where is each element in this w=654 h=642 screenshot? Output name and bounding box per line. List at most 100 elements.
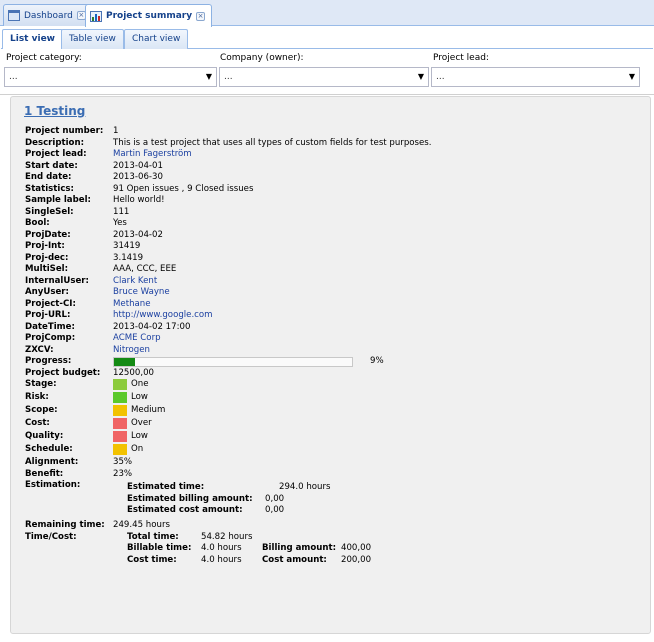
field-label: ProjComp: xyxy=(25,333,76,343)
estimation-label: Estimation: xyxy=(25,480,81,490)
status-label: Risk: xyxy=(25,392,49,402)
chevron-down-icon[interactable]: ▼ xyxy=(629,68,635,86)
project-lead-value: ... xyxy=(436,72,445,82)
field-label: Proj-URL: xyxy=(25,310,71,320)
field-label: Description: xyxy=(25,137,85,148)
chevron-down-icon[interactable]: ▼ xyxy=(206,68,212,86)
status-label: Scope: xyxy=(25,405,58,415)
field-label: Start date: xyxy=(25,160,78,171)
benefit-value: 23% xyxy=(113,468,133,479)
estimated-time-label: Estimated time: xyxy=(127,482,205,492)
status-label: Schedule: xyxy=(25,444,73,454)
billable-time-value: 4.0 hours xyxy=(201,543,242,553)
budget-label: Project budget: xyxy=(25,367,101,378)
budget-value: 12500,00 xyxy=(113,367,155,378)
field-value: 2013-04-01 xyxy=(113,160,163,171)
total-time-value: 54.82 hours xyxy=(201,531,253,542)
field-label: Project-CI: xyxy=(25,298,76,309)
project-category-value: ... xyxy=(9,72,18,82)
status-value: One xyxy=(131,379,149,389)
status-label: Cost: xyxy=(25,418,50,428)
alignment-label: Alignment: xyxy=(25,457,79,467)
field-value: AAA, CCC, EEE xyxy=(113,264,177,274)
field-label: Proj-dec: xyxy=(25,252,69,263)
progress-bar xyxy=(113,357,353,367)
status-color-swatch xyxy=(113,418,127,429)
project-category-select[interactable]: ... ▼ xyxy=(4,67,217,87)
status-value: Over xyxy=(131,418,152,428)
progress-label: Progress: xyxy=(25,356,72,366)
time-cost-label: Time/Cost: xyxy=(25,531,77,542)
document-tab-bar: Dashboard × Project summary × xyxy=(0,0,654,27)
status-value: On xyxy=(131,444,144,454)
field-value-link[interactable]: Nitrogen xyxy=(113,345,150,357)
field-label: AnyUser: xyxy=(25,287,69,297)
remaining-time-value: 249.45 hours xyxy=(113,520,170,530)
estimated-cost-value: 0,00 xyxy=(265,505,285,515)
chart-icon xyxy=(90,10,102,22)
tab-dashboard-label: Dashboard xyxy=(24,10,73,21)
tab-list-view[interactable]: List view xyxy=(2,29,63,50)
field-label: InternalUser: xyxy=(25,275,89,286)
close-icon[interactable]: × xyxy=(196,11,206,21)
view-tab-bar: List view Table view Chart view xyxy=(1,29,653,50)
field-value-link[interactable]: Clark Kent xyxy=(113,276,157,288)
field-value-link[interactable]: Methane xyxy=(113,299,151,311)
status-color-swatch xyxy=(113,405,127,416)
cost-time-label: Cost time: xyxy=(127,554,177,565)
tab-project-summary-label: Project summary xyxy=(106,11,193,21)
field-value-link[interactable]: Martin Fagerström xyxy=(113,149,192,161)
filter-bar: Project category: ... ▼ Company (owner):… xyxy=(0,49,654,95)
field-value: 3.1419 xyxy=(113,252,144,263)
project-lead-select[interactable]: ... ▼ xyxy=(431,67,640,87)
field-label: Statistics: xyxy=(25,183,74,194)
field-value-link[interactable]: Bruce Wayne xyxy=(113,287,170,299)
project-lead-filter-label: Project lead: xyxy=(433,53,489,63)
tab-chart-view[interactable]: Chart view xyxy=(124,29,189,49)
status-value: Medium xyxy=(131,405,166,415)
field-label: Project number: xyxy=(25,126,104,136)
field-value: Hello world! xyxy=(113,195,165,205)
field-value: 111 xyxy=(113,206,130,217)
field-value: 31419 xyxy=(113,241,141,251)
project-category-label: Project category: xyxy=(6,53,82,63)
cost-amount-value: 200,00 xyxy=(341,554,372,565)
estimated-cost-label: Estimated cost amount: xyxy=(127,505,243,515)
cost-amount-label: Cost amount: xyxy=(262,554,327,565)
tab-project-summary[interactable]: Project summary × xyxy=(85,4,213,27)
status-value: Low xyxy=(131,392,148,402)
remaining-time-label: Remaining time: xyxy=(25,520,105,530)
company-owner-label: Company (owner): xyxy=(220,53,304,63)
status-color-swatch xyxy=(113,444,127,455)
chevron-down-icon[interactable]: ▼ xyxy=(418,68,424,86)
field-value: 1 xyxy=(113,126,119,136)
status-color-swatch xyxy=(113,431,127,442)
field-label: End date: xyxy=(25,172,72,182)
field-label: Sample label: xyxy=(25,195,91,205)
field-value: 2013-04-02 17:00 xyxy=(113,321,191,332)
field-value: 91 Open issues , 9 Closed issues xyxy=(113,183,254,194)
field-value: Yes xyxy=(113,218,127,228)
cost-time-value: 4.0 hours xyxy=(201,554,242,565)
project-title-link[interactable]: 1 Testing xyxy=(24,104,85,118)
tab-dashboard[interactable]: Dashboard × xyxy=(3,4,93,26)
field-value-link[interactable]: http://www.google.com xyxy=(113,310,213,322)
field-label: ProjDate: xyxy=(25,229,71,240)
project-panel: 1 Testing Project number: 1 Description: Th… xyxy=(10,96,651,634)
status-value: Low xyxy=(131,431,148,441)
estimated-time-value: 294.0 hours xyxy=(279,482,331,492)
field-label: DateTime: xyxy=(25,321,75,332)
field-label: ZXCV: xyxy=(25,344,54,355)
field-label: Proj-Int: xyxy=(25,241,65,251)
tab-table-view[interactable]: Table view xyxy=(61,29,124,49)
status-color-swatch xyxy=(113,392,127,403)
field-label: Bool: xyxy=(25,218,50,228)
total-time-label: Total time: xyxy=(127,531,179,542)
field-value-link[interactable]: ACME Corp xyxy=(113,333,161,345)
field-label: SingleSel: xyxy=(25,206,74,217)
company-owner-value: ... xyxy=(224,72,233,82)
alignment-value: 35% xyxy=(113,457,133,467)
status-label: Stage: xyxy=(25,379,57,389)
company-owner-select[interactable]: ... ▼ xyxy=(219,67,429,87)
billable-time-label: Billable time: xyxy=(127,543,192,553)
